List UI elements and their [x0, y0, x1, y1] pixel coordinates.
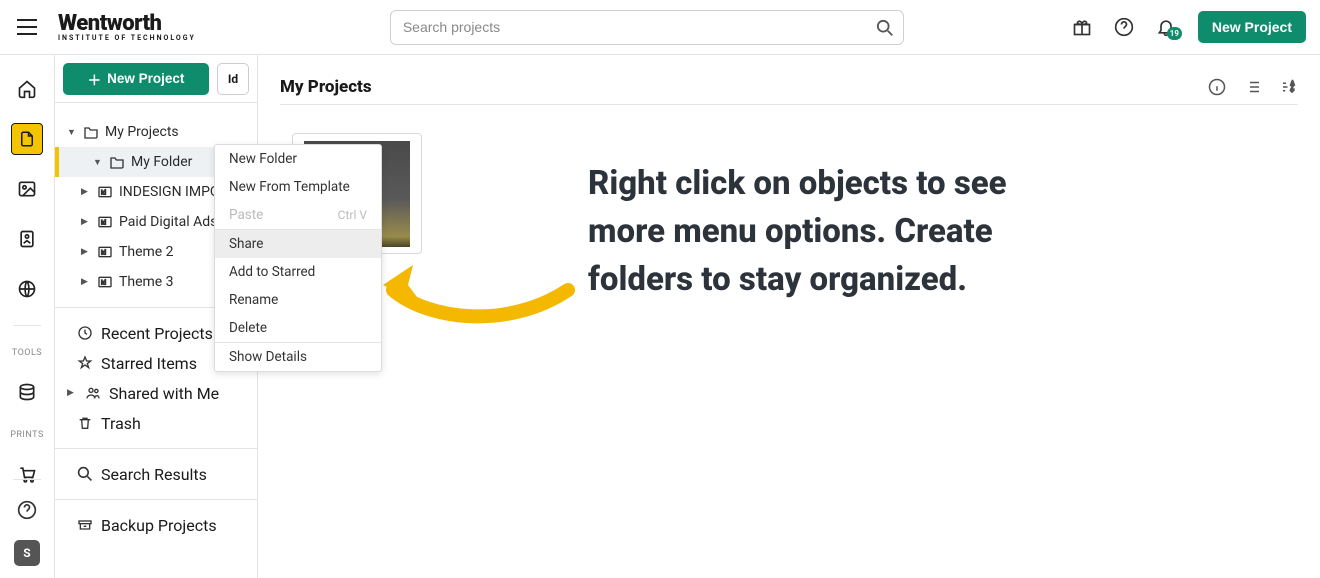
- context-menu: New Folder New From Template Paste Ctrl …: [214, 144, 382, 372]
- caret-right-icon: ▶: [67, 388, 77, 398]
- content-header-icons: AZ: [1208, 78, 1298, 96]
- svg-text:Z: Z: [1291, 84, 1295, 91]
- new-project-button-top[interactable]: New Project: [1198, 11, 1306, 43]
- home-icon[interactable]: [11, 73, 43, 105]
- folder-icon: [109, 155, 125, 169]
- top-right: 19 New Project: [1072, 11, 1306, 43]
- search-input[interactable]: [390, 10, 904, 45]
- item-label: Backup Projects: [101, 516, 217, 535]
- divider: [13, 479, 41, 480]
- sidebar-group-backup: Backup Projects: [55, 500, 257, 550]
- item-label: Trash: [101, 414, 141, 433]
- id-folder-icon: Id: [97, 185, 113, 199]
- new-project-button[interactable]: ＋ New Project: [63, 63, 209, 95]
- folder-icon: [83, 125, 99, 139]
- id-folder-icon: Id: [97, 215, 113, 229]
- search-icon[interactable]: [872, 15, 898, 41]
- info-icon[interactable]: [1208, 78, 1226, 96]
- cm-delete[interactable]: Delete: [215, 314, 381, 342]
- gift-icon[interactable]: [1072, 17, 1092, 37]
- svg-text:Id: Id: [101, 190, 106, 197]
- user-avatar[interactable]: S: [14, 540, 40, 566]
- shared-with-me[interactable]: ▶ Shared with Me: [55, 378, 257, 408]
- topbar: Wentworth INSTITUTE OF TECHNOLOGY 19 New…: [0, 0, 1320, 55]
- projects-icon[interactable]: [11, 123, 43, 155]
- globe-icon[interactable]: [11, 273, 43, 305]
- caret-down-icon: ▼: [93, 157, 103, 168]
- new-project-label: New Project: [107, 71, 184, 86]
- help-bottom-icon[interactable]: [11, 494, 43, 526]
- brand-sub: INSTITUTE OF TECHNOLOGY: [58, 35, 196, 42]
- id-folder-icon: Id: [97, 275, 113, 289]
- cm-paste-shortcut: Ctrl V: [338, 208, 367, 222]
- caret-down-icon: ▼: [67, 127, 77, 138]
- caret-right-icon: ▶: [81, 187, 91, 197]
- brand-logo: Wentworth INSTITUTE OF TECHNOLOGY: [58, 13, 196, 42]
- notification-badge: 19: [1167, 27, 1182, 40]
- page-title: My Projects: [280, 77, 372, 97]
- brand-main: Wentworth: [58, 13, 196, 35]
- tree-label: Theme 2: [119, 244, 174, 260]
- data-icon[interactable]: [11, 376, 43, 408]
- plus-icon: ＋: [88, 69, 102, 89]
- bell-icon[interactable]: 19: [1156, 17, 1176, 37]
- caret-right-icon: ▶: [81, 217, 91, 227]
- sidebar-header: ＋ New Project Id: [55, 55, 257, 103]
- cm-paste: Paste Ctrl V: [215, 201, 381, 229]
- item-label: Recent Projects: [101, 324, 213, 343]
- cm-rename[interactable]: Rename: [215, 286, 381, 314]
- star-icon: [77, 355, 93, 371]
- tools-label: TOOLS: [12, 348, 42, 358]
- menu-icon[interactable]: [10, 10, 44, 44]
- svg-text:Id: Id: [101, 220, 106, 227]
- item-label: Search Results: [101, 465, 207, 484]
- trash-icon: [77, 415, 93, 431]
- search-icon: [77, 466, 93, 482]
- search-wrap: [390, 10, 904, 45]
- trash[interactable]: Trash: [55, 408, 257, 438]
- cm-new-folder[interactable]: New Folder: [215, 145, 381, 173]
- svg-text:Id: Id: [101, 280, 106, 287]
- main: TOOLS PRINTS S ＋ New Project Id ▼: [0, 55, 1320, 578]
- badge-icon[interactable]: [11, 223, 43, 255]
- backup-projects[interactable]: Backup Projects: [55, 510, 257, 540]
- tree-label: My Folder: [131, 154, 192, 170]
- item-label: Starred Items: [101, 354, 197, 373]
- sort-icon[interactable]: AZ: [1280, 78, 1298, 96]
- annotation-text: Right click on objects to see more menu …: [588, 160, 1068, 304]
- people-icon: [85, 385, 101, 401]
- cm-add-starred[interactable]: Add to Starred: [215, 258, 381, 286]
- tree-label: My Projects: [105, 124, 179, 140]
- prints-label: PRINTS: [10, 430, 44, 440]
- sidebar-group-search: Search Results: [55, 449, 257, 500]
- id-folder-icon: Id: [97, 245, 113, 259]
- caret-right-icon: ▶: [81, 247, 91, 257]
- image-icon[interactable]: [11, 173, 43, 205]
- help-icon[interactable]: [1114, 17, 1134, 37]
- cm-new-template[interactable]: New From Template: [215, 173, 381, 201]
- item-label: Shared with Me: [109, 384, 219, 403]
- iconbar: TOOLS PRINTS S: [0, 55, 55, 578]
- tree-label: Theme 3: [119, 274, 174, 290]
- svg-text:Id: Id: [101, 250, 106, 257]
- cm-paste-label: Paste: [229, 207, 263, 223]
- annotation-arrow: [368, 255, 578, 335]
- content-header: My Projects AZ: [280, 69, 1298, 105]
- tree-label: Paid Digital Ads: [119, 214, 217, 230]
- indesign-button[interactable]: Id: [217, 63, 249, 95]
- caret-right-icon: ▶: [81, 277, 91, 287]
- cm-share[interactable]: Share: [215, 230, 381, 258]
- tree-my-projects[interactable]: ▼ My Projects: [55, 117, 253, 147]
- clock-icon: [77, 325, 93, 341]
- archive-icon: [77, 517, 93, 533]
- list-icon[interactable]: [1244, 78, 1262, 96]
- cm-show-details[interactable]: Show Details: [215, 343, 381, 371]
- divider: [13, 325, 41, 326]
- search-results[interactable]: Search Results: [55, 459, 257, 489]
